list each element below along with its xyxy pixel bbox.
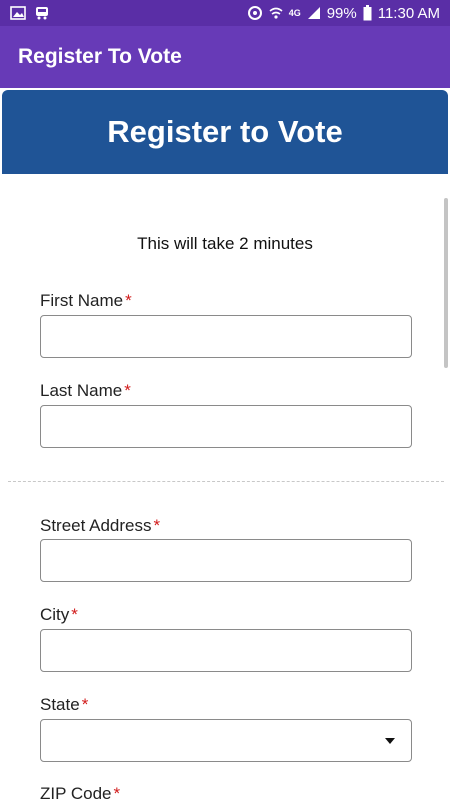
battery-percent: 99%	[326, 4, 357, 22]
required-marker: *	[81, 695, 89, 714]
required-marker: *	[153, 516, 161, 535]
city-label: City *	[40, 605, 78, 624]
content-area[interactable]: Register to Vote This will take 2 minute…	[0, 88, 450, 800]
clock: 11:30 AM	[377, 4, 440, 22]
status-right: 4G 99% 11:30 AM	[247, 5, 440, 22]
registration-card: Register to Vote This will take 2 minute…	[2, 90, 448, 800]
signal-icon	[307, 6, 321, 20]
dropdown-arrow-icon	[385, 738, 395, 744]
form-subtitle: This will take 2 minutes	[137, 234, 313, 253]
status-bar: 4G 99% 11:30 AM	[0, 0, 450, 26]
first-name-input[interactable]	[40, 315, 412, 358]
wifi-icon	[269, 6, 283, 20]
sync-icon	[247, 5, 263, 21]
street-address-input[interactable]	[40, 539, 412, 582]
status-left	[10, 6, 50, 20]
network-type-icon: 4G	[288, 8, 301, 18]
required-marker: *	[125, 291, 132, 310]
section-divider	[8, 481, 444, 482]
required-marker: *	[124, 381, 131, 400]
battery-icon	[363, 5, 372, 21]
app-bar: Register To Vote	[0, 26, 450, 88]
banner: Register to Vote	[2, 90, 448, 174]
image-notification-icon	[10, 6, 26, 20]
last-name-input[interactable]	[40, 405, 412, 448]
train-notification-icon	[34, 6, 50, 20]
last-name-label: Last Name *	[40, 381, 131, 400]
state-label: State *	[40, 695, 89, 714]
app-title: Register To Vote	[18, 45, 182, 68]
banner-title: Register to Vote	[107, 114, 343, 149]
city-input[interactable]	[40, 629, 412, 672]
zip-code-label: ZIP Code *	[40, 784, 120, 800]
first-name-label: First Name *	[40, 291, 132, 310]
state-select[interactable]	[40, 719, 412, 762]
scrollbar[interactable]	[444, 198, 448, 368]
required-marker: *	[113, 784, 121, 800]
required-marker: *	[71, 605, 78, 624]
street-address-label: Street Address *	[40, 516, 161, 535]
